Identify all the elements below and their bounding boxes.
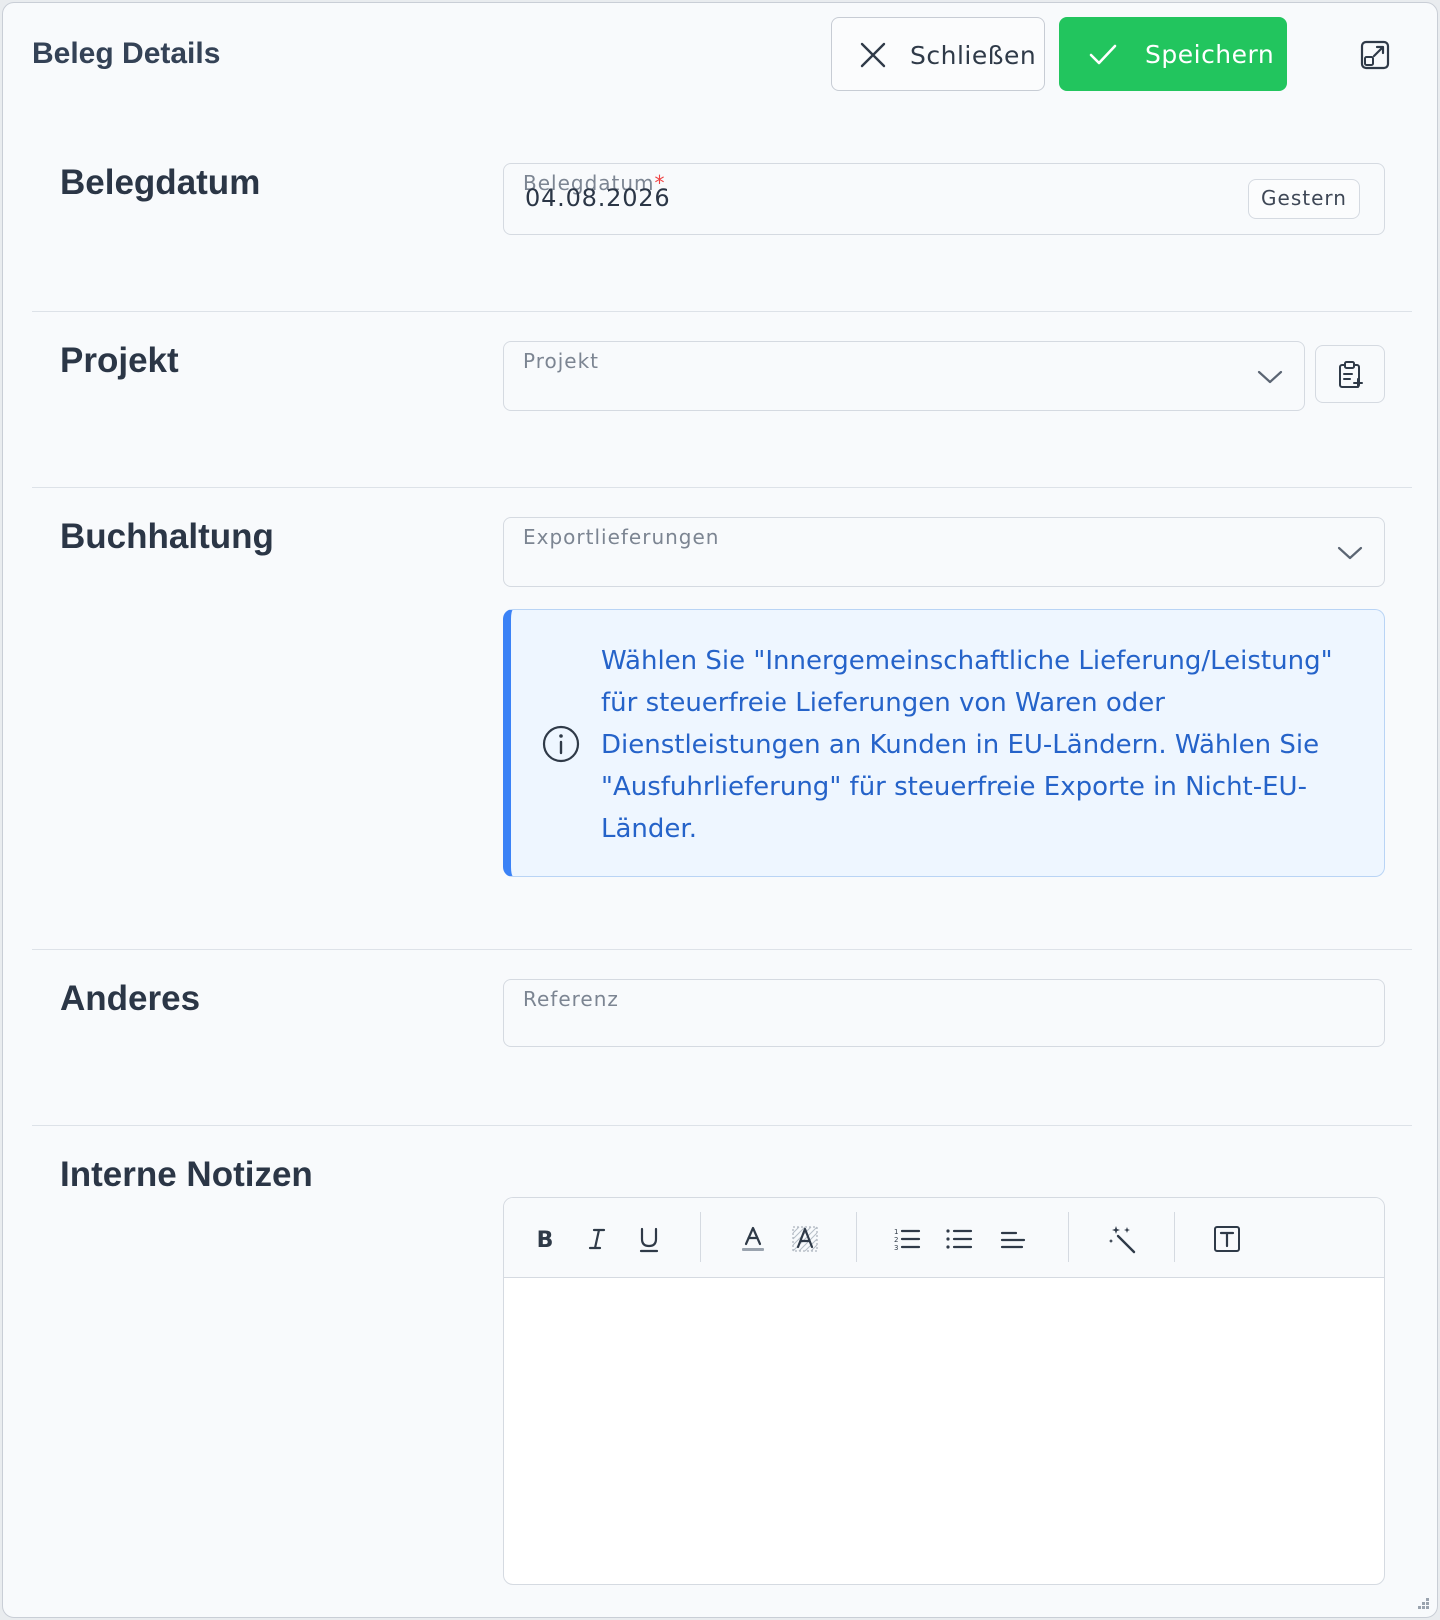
panel-header: Beleg Details Schließen Speichern xyxy=(3,3,1437,111)
underline-icon[interactable] xyxy=(634,1224,664,1254)
divider xyxy=(32,1125,1412,1126)
divider xyxy=(32,487,1412,488)
bold-icon[interactable]: B xyxy=(530,1224,560,1254)
chevron-down-icon xyxy=(1257,370,1283,384)
section-label-anderes: Anderes xyxy=(60,979,201,1018)
close-icon xyxy=(860,42,886,68)
section-label-buchhaltung: Buchhaltung xyxy=(60,517,274,556)
referenz-field[interactable]: Referenz xyxy=(503,979,1385,1047)
projekt-select[interactable]: Projekt xyxy=(503,341,1305,411)
notes-editor-content[interactable] xyxy=(504,1278,1384,1584)
magic-wand-icon[interactable] xyxy=(1108,1224,1138,1254)
text-color-icon[interactable] xyxy=(738,1224,768,1254)
save-button[interactable]: Speichern xyxy=(1059,17,1287,91)
add-project-button[interactable] xyxy=(1315,345,1385,403)
toolbar-separator xyxy=(1068,1212,1069,1262)
toolbar-separator xyxy=(1174,1212,1175,1262)
clipboard-add-icon xyxy=(1339,361,1363,388)
close-button[interactable]: Schließen xyxy=(831,17,1045,91)
save-button-label: Speichern xyxy=(1145,40,1275,69)
bullet-list-icon[interactable] xyxy=(944,1224,974,1254)
toolbar-separator xyxy=(856,1212,857,1262)
close-button-label: Schließen xyxy=(910,41,1037,70)
chevron-down-icon xyxy=(1337,546,1363,560)
referenz-field-label: Referenz xyxy=(523,987,619,1011)
beleg-details-panel: Beleg Details Schließen Speichern Belegd… xyxy=(2,2,1438,1618)
resize-handle-icon[interactable] xyxy=(1415,1595,1431,1611)
gestern-button[interactable]: Gestern xyxy=(1248,179,1360,219)
projekt-field-label: Projekt xyxy=(523,349,600,373)
text-box-icon[interactable] xyxy=(1212,1224,1242,1254)
info-callout: Wählen Sie "Innergemeinschaftliche Liefe… xyxy=(503,609,1385,877)
section-label-belegdatum: Belegdatum xyxy=(60,163,261,202)
ordered-list-icon[interactable]: 1 2 3 xyxy=(892,1224,922,1254)
svg-text:2: 2 xyxy=(894,1236,898,1244)
expand-icon[interactable] xyxy=(1359,39,1391,71)
italic-icon[interactable] xyxy=(582,1224,612,1254)
exportlieferungen-field-label: Exportlieferungen xyxy=(523,525,720,549)
divider xyxy=(32,311,1412,312)
info-text: Wählen Sie "Innergemeinschaftliche Liefe… xyxy=(601,646,1333,844)
check-icon xyxy=(1089,44,1117,65)
belegdatum-value[interactable]: 04.08.2026 xyxy=(525,184,670,212)
svg-text:3: 3 xyxy=(894,1244,898,1252)
notes-editor: B 1 2 3 xyxy=(503,1197,1385,1585)
editor-toolbar: B 1 2 3 xyxy=(504,1198,1384,1278)
section-label-projekt: Projekt xyxy=(60,341,179,380)
toolbar-separator xyxy=(700,1212,701,1262)
belegdatum-field[interactable]: Belegdatum* 04.08.2026 Gestern xyxy=(503,163,1385,235)
highlight-icon[interactable] xyxy=(790,1224,820,1254)
page-title: Beleg Details xyxy=(32,37,221,70)
align-left-icon[interactable] xyxy=(998,1224,1028,1254)
exportlieferungen-select[interactable]: Exportlieferungen xyxy=(503,517,1385,587)
svg-text:B: B xyxy=(537,1228,554,1253)
section-label-notizen: Interne Notizen xyxy=(60,1155,313,1194)
divider xyxy=(32,949,1412,950)
info-icon xyxy=(542,725,580,763)
svg-text:1: 1 xyxy=(894,1228,898,1236)
